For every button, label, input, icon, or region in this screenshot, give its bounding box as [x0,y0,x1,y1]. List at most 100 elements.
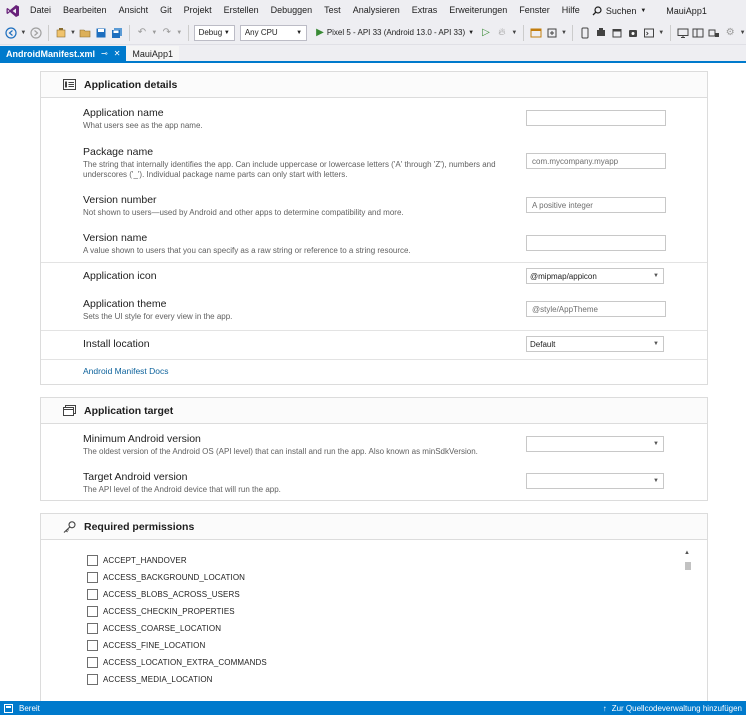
browser-link-icon[interactable] [529,24,543,42]
chevron-down-icon[interactable]: ▼ [658,24,665,42]
sdk-manager-icon[interactable] [594,24,608,42]
tab-maui-app[interactable]: MauiApp1 [126,46,179,61]
scroll-up-icon[interactable]: ▲ [684,550,690,556]
minimum-android-version-select[interactable]: ▼ [526,436,664,452]
archive-icon[interactable] [610,24,624,42]
permission-checkbox[interactable] [87,589,98,600]
menu-git[interactable]: Git [154,0,178,21]
permission-item[interactable]: ACCESS_BACKGROUND_LOCATION [87,569,647,586]
chevron-down-icon: ▼ [653,441,659,447]
field-label: Version name [83,232,148,244]
permission-checkbox[interactable] [87,674,98,685]
permission-item[interactable]: ACCESS_BLOBS_ACROSS_USERS [87,586,647,603]
navigate-back-icon[interactable] [4,24,18,42]
menu-build[interactable]: Erstellen [218,0,265,21]
application-name-input[interactable] [526,110,666,126]
target-android-version-field: Target Android version The API level of … [83,471,523,495]
permission-item[interactable]: ACCEPT_HANDOVER [87,552,647,569]
device-manager-icon[interactable] [578,24,592,42]
chevron-down-icon[interactable]: ▼ [70,24,77,42]
monitor-icon[interactable] [676,24,690,42]
search-icon [592,5,602,15]
chevron-down-icon[interactable]: ▼ [176,24,183,42]
scrollbar-thumb[interactable] [685,562,691,570]
save-all-icon[interactable] [110,24,124,42]
android-tools-icon[interactable] [626,24,640,42]
permission-label: ACCESS_BLOBS_ACROSS_USERS [103,590,240,599]
menu-test[interactable]: Test [318,0,347,21]
package-name-input[interactable]: com.mycompany.myapp [526,153,666,169]
application-target-section: Application target Minimum Android versi… [40,397,708,501]
chevron-down-icon: ▼ [640,7,647,14]
version-name-input[interactable] [526,235,666,251]
play-icon: ▶ [316,27,324,38]
permission-checkbox[interactable] [87,623,98,634]
solution-platform-select[interactable]: Any CPU ▼ [239,24,308,41]
permission-checkbox[interactable] [87,572,98,583]
toolbox-icon[interactable] [707,24,721,42]
window-title: MauiApp1 [666,5,707,16]
permission-item[interactable]: ACCESS_CHECKIN_PROPERTIES [87,603,647,620]
navigate-forward-icon[interactable] [29,24,43,42]
menu-file[interactable]: Datei [24,0,57,21]
permission-item[interactable]: ACCESS_COARSE_LOCATION [87,620,647,637]
menu-tools[interactable]: Extras [406,0,444,21]
toolbar-tool-icon[interactable] [545,24,559,42]
open-folder-icon[interactable] [78,24,92,42]
menu-window[interactable]: Fenster [513,0,556,21]
permission-checkbox[interactable] [87,657,98,668]
menu-edit[interactable]: Bearbeiten [57,0,113,21]
menu-project[interactable]: Projekt [178,0,218,21]
permission-checkbox[interactable] [87,606,98,617]
undo-icon[interactable]: ↶ [135,24,149,42]
new-project-icon[interactable] [54,24,68,42]
add-to-source-control-button[interactable]: ↑ Zur Quellcodeverwaltung hinzufügen [603,704,746,713]
section-title: Required permissions [84,520,195,533]
section-divider [41,262,707,263]
chevron-down-icon[interactable]: ▼ [739,24,746,42]
save-icon[interactable] [94,24,108,42]
pin-icon[interactable]: ⊸ [101,49,108,58]
menu-extensions[interactable]: Erweiterungen [443,0,513,21]
tab-android-manifest[interactable]: AndroidManifest.xml ⊸ ✕ [0,46,127,61]
adb-shell-icon[interactable] [642,24,656,42]
permission-item[interactable]: ACCESS_LOCATION_EXTRA_COMMANDS [87,654,647,671]
chevron-down-icon: ▼ [653,478,659,484]
start-without-debugging-icon[interactable]: ▷ [479,24,493,42]
menu-view[interactable]: Ansicht [113,0,155,21]
menu-help[interactable]: Hilfe [556,0,586,21]
chevron-down-icon: ▼ [468,29,475,36]
application-icon-select[interactable]: @mipmap/appicon ▼ [526,268,664,284]
field-description: The oldest version of the Android OS (AP… [83,447,478,456]
permissions-scrollbar[interactable]: ▲ [683,550,693,698]
select-value: @mipmap/appicon [530,271,597,281]
chevron-down-icon[interactable]: ▼ [511,24,518,42]
android-manifest-docs-link[interactable]: Android Manifest Docs [83,366,169,376]
menu-analyze[interactable]: Analysieren [347,0,406,21]
source-control-label: Zur Quellcodeverwaltung hinzufügen [611,703,742,713]
close-icon[interactable]: ✕ [114,49,121,58]
layout-icon[interactable] [691,24,705,42]
chevron-down-icon[interactable]: ▼ [560,24,567,42]
solution-configuration-select[interactable]: Debug ▼ [193,24,235,41]
menu-debug[interactable]: Debuggen [265,0,319,21]
chevron-down-icon[interactable]: ▼ [151,24,158,42]
redo-icon[interactable]: ↷ [160,24,174,42]
start-debugging-button[interactable]: ▶ Pixel 5 - API 33 (Android 13.0 - API 3… [313,27,477,38]
permission-item[interactable]: ACCESS_FINE_LOCATION [87,637,647,654]
target-android-version-select[interactable]: ▼ [526,473,664,489]
chevron-down-icon[interactable]: ▼ [20,24,27,42]
version-number-input[interactable]: A positive integer [526,197,666,213]
section-divider [41,359,707,360]
extensions-icon[interactable]: ⚙ [723,24,737,42]
application-theme-input[interactable]: @style/AppTheme [526,301,666,317]
permission-checkbox[interactable] [87,640,98,651]
search-button[interactable]: Suchen ▼ [586,0,652,21]
hot-reload-icon[interactable]: 🔥︎ [495,24,509,42]
visual-studio-logo-icon[interactable] [2,0,24,21]
install-location-select[interactable]: Default ▼ [526,336,664,352]
permission-label: ACCESS_LOCATION_EXTRA_COMMANDS [103,658,267,667]
configuration-value: Debug [198,28,223,37]
permission-checkbox[interactable] [87,555,98,566]
permission-item[interactable]: ACCESS_MEDIA_LOCATION [87,671,647,688]
